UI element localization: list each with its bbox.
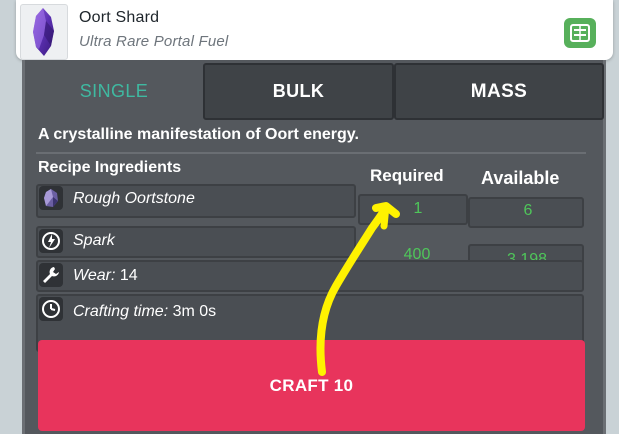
spark-icon — [39, 229, 63, 253]
required-value: 1 — [413, 200, 423, 217]
tab-single[interactable]: SINGLE — [25, 63, 203, 120]
item-subtitle: Ultra Rare Portal Fuel — [79, 33, 229, 50]
wear-label-text: Wear: — [73, 267, 116, 284]
wrench-icon — [39, 263, 63, 287]
recipe-book-icon — [570, 24, 590, 42]
item-name: Oort Shard — [79, 9, 160, 26]
oortstone-icon — [39, 186, 63, 210]
recipe-book-button[interactable] — [564, 18, 596, 48]
crystal-shard-icon — [33, 8, 54, 56]
crafting-time-value: 3m 0s — [172, 303, 217, 320]
craft-button[interactable]: CRAFT 10 — [38, 340, 585, 431]
crafting-time-label: Crafting time: 3m 0s — [73, 303, 216, 321]
wear-value: 14 — [119, 267, 138, 284]
available-column-header: Available — [481, 168, 560, 188]
ingredient-name: Rough Oortstone — [73, 190, 195, 207]
ingredients-column-header: Recipe Ingredients — [38, 159, 182, 176]
ingredient-name: Spark — [73, 232, 115, 249]
section-divider — [36, 152, 586, 154]
tab-bulk[interactable]: BULK — [203, 63, 394, 120]
required-column-header: Required — [370, 166, 444, 185]
crafting-time-label-text: Crafting time: — [73, 303, 169, 320]
item-header: Oort Shard Ultra Rare Portal Fuel — [16, 0, 613, 60]
item-description: A crystalline manifestation of Oort ener… — [38, 126, 359, 143]
clock-icon — [39, 297, 63, 321]
tab-mass[interactable]: MASS — [394, 63, 604, 120]
item-thumbnail — [20, 4, 68, 60]
available-value: 6 — [523, 202, 533, 219]
wear-label: Wear: 14 — [73, 267, 138, 285]
